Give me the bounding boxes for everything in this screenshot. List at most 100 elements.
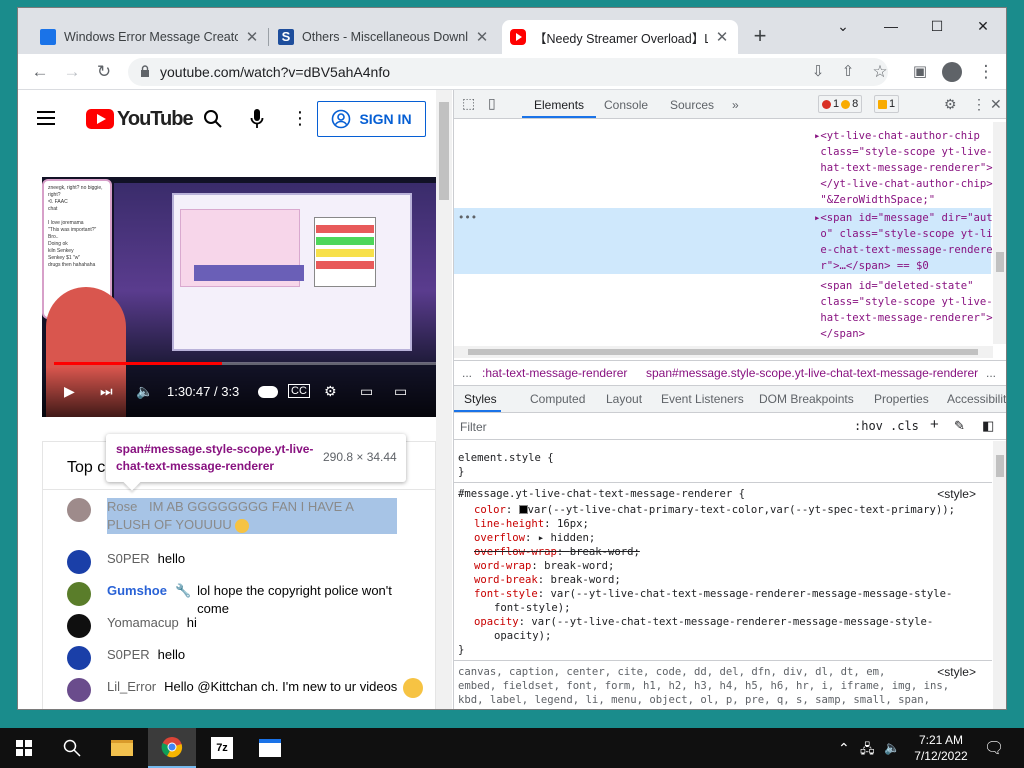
video-progress-bar[interactable] — [54, 362, 436, 365]
tab-error-creator[interactable]: Windows Error Message Creator ✕ — [32, 20, 268, 54]
paint-brush-icon[interactable]: ✎ — [954, 418, 965, 434]
tab-accessibility[interactable]: Accessibility — [947, 392, 1006, 406]
node-ellipsis-icon[interactable]: ••• — [458, 210, 477, 226]
issues-badge[interactable]: 1 — [874, 95, 900, 113]
error-creator-taskbar-button[interactable] — [246, 728, 294, 768]
css-declaration[interactable]: word-break: break-word; — [474, 573, 621, 587]
color-swatch-icon[interactable] — [518, 505, 528, 514]
css-declaration[interactable]: word-wrap: break-word; — [474, 559, 614, 573]
tab-sources[interactable]: Sources — [670, 98, 714, 112]
css-declaration[interactable]: overflow: ▸ hidden; — [474, 531, 595, 545]
breadcrumb-item[interactable]: :hat-text-message-renderer — [482, 361, 627, 385]
taskbar-search-button[interactable] — [48, 728, 96, 768]
elements-scrollbar[interactable] — [993, 122, 1006, 344]
dom-line[interactable]: hat-text-message-renderer"> — [814, 160, 992, 176]
theater-mode-icon[interactable]: ▭ — [394, 383, 407, 400]
reload-icon[interactable]: ↻ — [92, 60, 116, 84]
tab-close-icon[interactable]: ✕ — [244, 28, 260, 46]
element-style-selector[interactable]: element.style { — [458, 451, 554, 465]
browser-menu-icon[interactable]: ⋮ — [974, 60, 998, 84]
search-icon[interactable] — [203, 109, 223, 129]
dom-line-selected[interactable]: e-chat-text-message-rendere — [814, 242, 992, 258]
tab-computed[interactable]: Computed — [530, 392, 585, 406]
volume-icon[interactable]: 🔈 — [884, 740, 900, 756]
tab-elements[interactable]: Elements — [534, 98, 584, 112]
scrollbar-thumb[interactable] — [468, 349, 978, 355]
system-clock[interactable]: 7:21 AM 7/12/2022 — [906, 732, 976, 764]
styles-scrollbar[interactable] — [993, 441, 1006, 709]
settings-gear-icon[interactable]: ⚙ — [944, 96, 957, 113]
page-scrollbar-thumb[interactable] — [439, 102, 449, 200]
dom-line[interactable]: ▸<yt-live-chat-author-chip — [814, 128, 980, 144]
toggle-sidebar-icon[interactable]: ◧ — [982, 418, 994, 434]
forward-arrow-icon[interactable]: → — [60, 60, 84, 84]
avatar[interactable] — [67, 614, 91, 638]
avatar[interactable] — [67, 582, 91, 606]
notifications-icon[interactable]: 🗨 — [984, 738, 1004, 758]
css-declaration[interactable]: font-style: var(--yt-live-chat-text-mess… — [474, 587, 952, 601]
share-icon[interactable]: ⇧ — [836, 60, 860, 84]
device-toolbar-icon[interactable]: ▯ — [488, 95, 496, 112]
hov-toggle[interactable]: :hov — [854, 419, 883, 433]
side-panel-icon[interactable]: ▣ — [908, 60, 932, 84]
tab-dom-breakpoints[interactable]: DOM Breakpoints — [759, 392, 854, 406]
dom-line[interactable]: </yt-live-chat-author-chip> — [814, 176, 992, 192]
console-counts-badge[interactable]: 1 8 — [818, 95, 863, 113]
avatar[interactable] — [67, 678, 91, 702]
css-declaration[interactable]: color: var(--yt-live-chat-primary-text-c… — [474, 503, 955, 517]
dom-line[interactable]: </span> — [814, 326, 865, 342]
sign-in-button[interactable]: SIGN IN — [317, 101, 426, 137]
back-arrow-icon[interactable]: ← — [28, 60, 52, 84]
microphone-icon[interactable] — [250, 108, 264, 130]
volume-icon[interactable]: 🔈 — [136, 383, 153, 400]
tab-close-icon[interactable]: ✕ — [474, 28, 490, 46]
scrollbar-thumb[interactable] — [996, 455, 1004, 477]
rule-source-link[interactable]: <style> — [937, 665, 976, 679]
css-declaration-overridden[interactable]: overflow-wrap: break-word; — [474, 545, 640, 559]
live-chat-title[interactable]: Top c — [67, 459, 105, 477]
new-tab-button[interactable]: + — [748, 25, 772, 49]
dom-line-selected[interactable]: r">…</span> == $0 — [814, 258, 928, 274]
breadcrumb-item-active[interactable]: span#message.style-scope.yt-live-chat-te… — [646, 361, 978, 385]
video-player[interactable]: zneegk, right? no biggie, right? ᐊ. FAAC… — [42, 177, 436, 417]
bookmark-star-icon[interactable]: ☆ — [868, 60, 892, 84]
captions-icon[interactable]: CC — [288, 384, 310, 398]
css-declaration[interactable]: opacity: var(--yt-live-chat-text-message… — [474, 615, 933, 629]
profile-avatar-icon[interactable] — [940, 60, 964, 84]
youtube-logo-text[interactable]: YouTube — [117, 108, 194, 131]
avatar[interactable] — [67, 646, 91, 670]
dom-line-selected[interactable]: ▸<span id="message" dir="aut — [814, 210, 993, 226]
7zip-taskbar-button[interactable]: 7z — [198, 728, 246, 768]
page-scrollbar[interactable] — [436, 90, 452, 709]
inspect-element-icon[interactable]: ⬚ — [462, 95, 475, 112]
user-agent-rule[interactable]: canvas, caption, center, cite, code, dd,… — [458, 665, 968, 709]
dom-line[interactable]: "&ZeroWidthSpace;" — [814, 192, 935, 208]
add-rule-icon[interactable]: + — [930, 416, 939, 433]
chrome-taskbar-button[interactable] — [148, 728, 196, 768]
dom-line-selected[interactable]: o" class="style-scope yt-li — [814, 226, 992, 242]
dom-line[interactable]: <span id="deleted-state" — [814, 278, 973, 294]
scrollbar-thumb[interactable] — [996, 252, 1004, 272]
rule-selector[interactable]: #message.yt-live-chat-text-message-rende… — [458, 487, 745, 501]
dom-line[interactable]: hat-text-message-renderer"> — [814, 310, 992, 326]
tab-styles[interactable]: Styles — [464, 392, 497, 406]
devtools-menu-icon[interactable]: ⋮ — [972, 96, 986, 113]
css-declaration[interactable]: line-height: 16px; — [474, 517, 589, 531]
address-bar[interactable]: youtube.com/watch?v=dBV5ahA4nfo — [128, 58, 888, 86]
autoplay-toggle[interactable] — [258, 386, 278, 398]
tab-search-chevron-icon[interactable]: ⌄ — [820, 12, 866, 40]
tab-layout[interactable]: Layout — [606, 392, 642, 406]
start-button[interactable] — [0, 728, 48, 768]
minimize-button[interactable]: — — [868, 12, 914, 40]
more-options-icon[interactable]: ⋮ — [291, 108, 309, 129]
close-window-button[interactable]: ✕ — [960, 12, 1006, 40]
styles-filter-input[interactable] — [456, 417, 822, 437]
more-tabs-icon[interactable]: » — [732, 98, 739, 112]
maximize-button[interactable]: ☐ — [914, 12, 960, 40]
settings-gear-icon[interactable]: ⚙ — [324, 383, 337, 400]
breadcrumb-more[interactable]: ... — [986, 361, 996, 385]
cls-toggle[interactable]: .cls — [890, 419, 919, 433]
rule-source-link[interactable]: <style> — [937, 487, 976, 501]
avatar[interactable] — [67, 550, 91, 574]
close-devtools-icon[interactable]: ✕ — [990, 96, 1002, 113]
